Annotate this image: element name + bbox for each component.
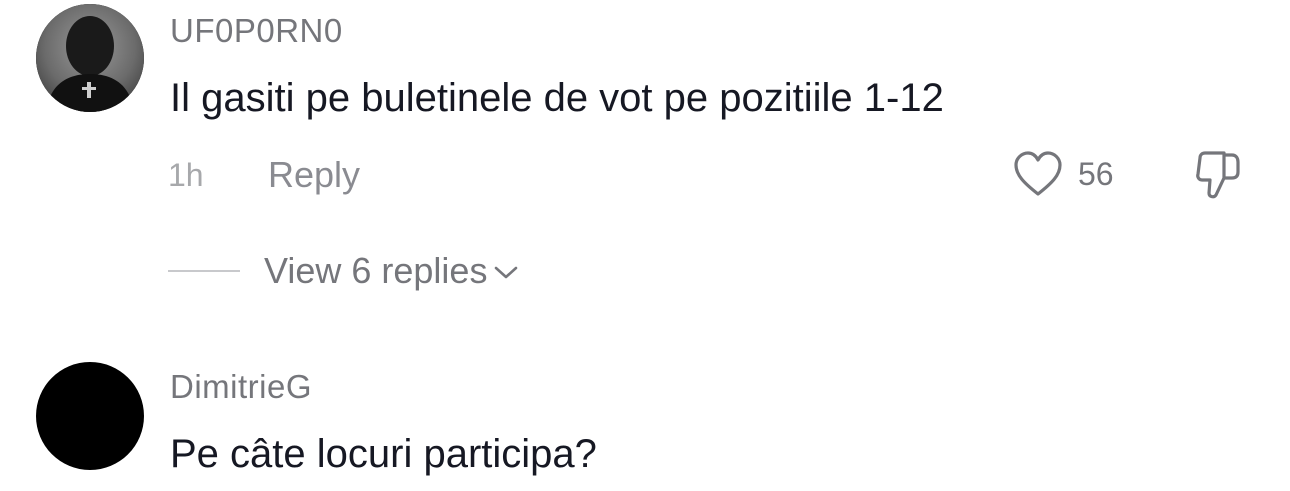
like-button[interactable]: 56 xyxy=(1012,150,1114,198)
reply-button[interactable]: Reply xyxy=(268,154,360,196)
dislike-button[interactable] xyxy=(1194,150,1242,205)
comment-text: Pe câte locuri participa? xyxy=(170,432,597,476)
like-count: 56 xyxy=(1078,155,1114,192)
chevron-down-icon xyxy=(495,266,518,279)
heart-icon xyxy=(1014,151,1062,196)
thumbs-down-icon xyxy=(1196,151,1240,199)
divider-line xyxy=(168,270,240,272)
comment-username[interactable]: DimitrieG xyxy=(170,368,312,406)
comment-text: Il gasiti pe buletinele de vot pe poziti… xyxy=(170,76,944,120)
comment-timestamp: 1h xyxy=(168,157,204,193)
avatar[interactable] xyxy=(36,362,144,470)
view-replies-button[interactable]: View 6 replies xyxy=(168,250,519,292)
comment-item: DimitrieG Pe câte locuri participa? xyxy=(0,340,1290,491)
avatar[interactable] xyxy=(36,4,144,112)
avatar-photo xyxy=(36,4,144,112)
view-replies-label: View 6 replies xyxy=(264,250,488,291)
comment-item: UF0P0RN0 Il gasiti pe buletinele de vot … xyxy=(0,0,1290,320)
comment-username[interactable]: UF0P0RN0 xyxy=(170,12,343,50)
